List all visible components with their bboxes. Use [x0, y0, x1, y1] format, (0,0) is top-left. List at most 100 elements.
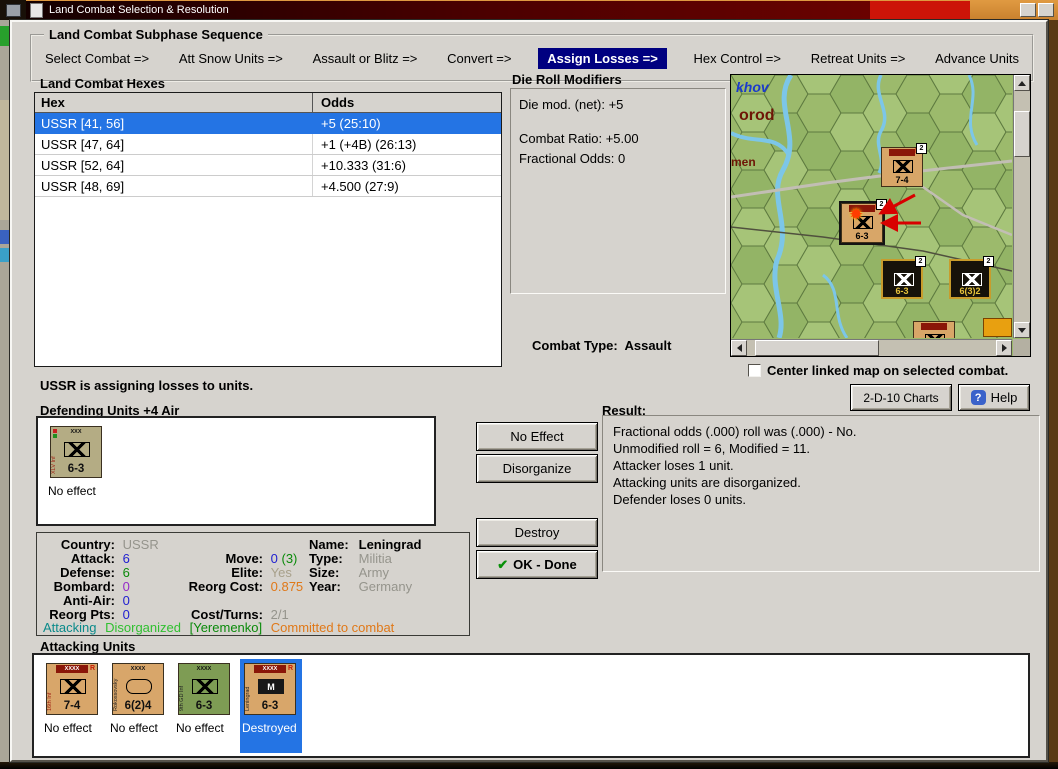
phase-convert[interactable]: Convert => [444, 49, 514, 68]
reorgcost-value: 0.875 [270, 579, 304, 594]
defense-label: Defense: [60, 565, 115, 580]
unit-strength: 6(2)4 [124, 700, 152, 712]
echelon-label: XXXX [196, 666, 212, 672]
no-effect-button[interactable]: No Effect [476, 422, 598, 451]
name-value: Leningrad [358, 537, 422, 552]
center-map-checkbox[interactable] [748, 364, 761, 377]
unit-counter[interactable]: XXXX Rokossovsky 6(2)4 [112, 663, 164, 715]
defending-unit-cell[interactable]: XXX XLV Inf 6-3 No effect [46, 422, 108, 516]
ok-done-button[interactable]: ✔ OK - Done [476, 550, 598, 579]
name-label: Name: [309, 537, 349, 552]
size-label: Size: [309, 565, 340, 580]
system-menu-icon[interactable] [6, 4, 21, 17]
titlebar-red-block [870, 1, 970, 19]
scroll-down-button[interactable] [1014, 322, 1030, 338]
phase-hex-control[interactable]: Hex Control => [691, 49, 784, 68]
scroll-right-button[interactable] [996, 340, 1012, 356]
attacking-unit-cell-selected[interactable]: XXXX R Leningrad M 6-3 Destroyed [240, 659, 302, 753]
cell-hex: USSR [41, 56] [35, 113, 313, 133]
fractional-odds: Fractional Odds: 0 [519, 151, 626, 166]
cell-odds: +4.500 (27:9) [321, 179, 399, 194]
attacking-unit-cell[interactable]: XXXX 9th GD Inf 6-3 No effect [174, 659, 236, 753]
destroy-button[interactable]: Destroy [476, 518, 598, 547]
map-vertical-scrollbar[interactable] [1013, 75, 1030, 338]
vertical-scroll-thumb[interactable] [1014, 111, 1030, 157]
window-titlebar[interactable]: Land Combat Selection & Resolution [26, 1, 870, 19]
ok-done-label: OK - Done [513, 557, 577, 572]
table-row[interactable]: USSR [41, 56] +5 (25:10) [35, 113, 501, 134]
attacking-units-box: XXXX R 16th Inf 7-4 No effect XXXX Rokos… [32, 653, 1030, 758]
horizontal-scroll-thumb[interactable] [755, 340, 879, 356]
echelon-label: XXX [70, 429, 82, 435]
cell-hex: USSR [52, 64] [35, 155, 313, 175]
result-line: Defender loses 0 units. [613, 492, 746, 507]
minimize-button[interactable] [1020, 3, 1036, 17]
unit-counter[interactable]: XXX XLV Inf 6-3 [50, 426, 102, 478]
subphase-row: Select Combat => Att Snow Units => Assau… [42, 46, 1022, 70]
unit-counter[interactable]: XXXX 9th GD Inf 6-3 [178, 663, 230, 715]
table-row[interactable]: USSR [52, 64] +10.333 (31:6) [35, 155, 501, 176]
map-unit-german[interactable]: 6-3 2 [881, 256, 926, 299]
phase-assign-losses[interactable]: Assign Losses => [538, 47, 667, 69]
combat-type: Combat Type: Assault [532, 338, 671, 353]
unit-counter[interactable]: XXXX R 16th Inf 7-4 [46, 663, 98, 715]
map-unit-partial[interactable] [913, 321, 955, 338]
move-paren: (3) [281, 551, 298, 566]
infantry-symbol-icon [962, 273, 982, 286]
phase-assault-or-blitz[interactable]: Assault or Blitz => [310, 49, 421, 68]
assign-losses-status: USSR is assigning losses to units. [40, 378, 254, 393]
attacking-units-title: Attacking Units [40, 639, 136, 654]
infantry-symbol-icon [192, 679, 218, 694]
unit-loss-status: Destroyed [242, 721, 297, 735]
unit-loss-status: No effect [48, 484, 96, 498]
reorgcost-label: Reorg Cost: [188, 579, 263, 594]
infantry-symbol-icon [925, 334, 945, 338]
reorg-marker: R [287, 665, 293, 672]
size-value: Army [358, 565, 389, 580]
map-terrain[interactable]: khov orod men R 7-4 2 R 6-3 2 ✹ [731, 75, 1012, 338]
combat-map[interactable]: khov orod men R 7-4 2 R 6-3 2 ✹ [730, 74, 1031, 357]
phase-att-snow-units[interactable]: Att Snow Units => [176, 49, 286, 68]
move-label: Move: [225, 551, 263, 566]
map-unit-german[interactable]: 6(3)2 2 [949, 256, 994, 299]
bombard-label: Bombard: [53, 579, 115, 594]
disorganize-button[interactable]: Disorganize [476, 454, 598, 483]
cell-odds: +5 (25:10) [321, 116, 381, 131]
unit-counter[interactable]: XXXX R Leningrad M 6-3 [244, 663, 296, 715]
scroll-up-button[interactable] [1014, 75, 1030, 91]
phase-select-combat[interactable]: Select Combat => [42, 49, 152, 68]
move-value: 0 [270, 551, 278, 566]
charts-button[interactable]: 2-D-10 Charts [850, 384, 952, 411]
echelon-label: XXXX [254, 665, 286, 673]
map-horizontal-scrollbar[interactable] [731, 339, 1012, 356]
map-place-label: orod [739, 107, 775, 124]
background-apps-sliver [0, 20, 10, 762]
help-button[interactable]: ? Help [958, 384, 1030, 411]
map-marker [983, 318, 1012, 337]
charts-label: 2-D-10 Charts [863, 390, 939, 405]
close-button[interactable] [1038, 3, 1054, 17]
combat-type-label: Combat Type: [532, 338, 618, 353]
phase-retreat-units[interactable]: Retreat Units => [808, 49, 909, 68]
column-header-hex: Hex [35, 93, 313, 112]
table-row[interactable]: USSR [47, 64] +1 (+4B) (26:13) [35, 134, 501, 155]
cell-odds: +10.333 (31:6) [321, 158, 406, 173]
table-row[interactable]: USSR [48, 69] +4.500 (27:9) [35, 176, 501, 197]
background-icon [0, 230, 10, 244]
phase-advance-units[interactable]: Advance Units [932, 49, 1022, 68]
infantry-symbol-icon [64, 442, 90, 457]
window-icon [30, 2, 43, 18]
attacking-unit-cell[interactable]: XXXX Rokossovsky 6(2)4 No effect [108, 659, 170, 753]
year-value: Germany [358, 579, 413, 594]
subphase-sequence-title: Land Combat Subphase Sequence [44, 27, 268, 42]
attacking-unit-cell[interactable]: XXXX R 16th Inf 7-4 No effect [42, 659, 104, 753]
map-unit-soviet[interactable]: R 7-4 2 [881, 143, 927, 187]
scroll-left-button[interactable] [731, 340, 747, 356]
die-modifiers-title: Die Roll Modifiers [512, 72, 622, 87]
cell-odds: +1 (+4B) (26:13) [321, 137, 417, 152]
militia-symbol-icon: M [258, 679, 284, 694]
help-icon: ? [970, 390, 986, 405]
status-commander: [Yeremenko] [189, 620, 263, 635]
unit-strength: 6-3 [261, 700, 279, 712]
unit-strength: 6-3 [195, 700, 213, 712]
